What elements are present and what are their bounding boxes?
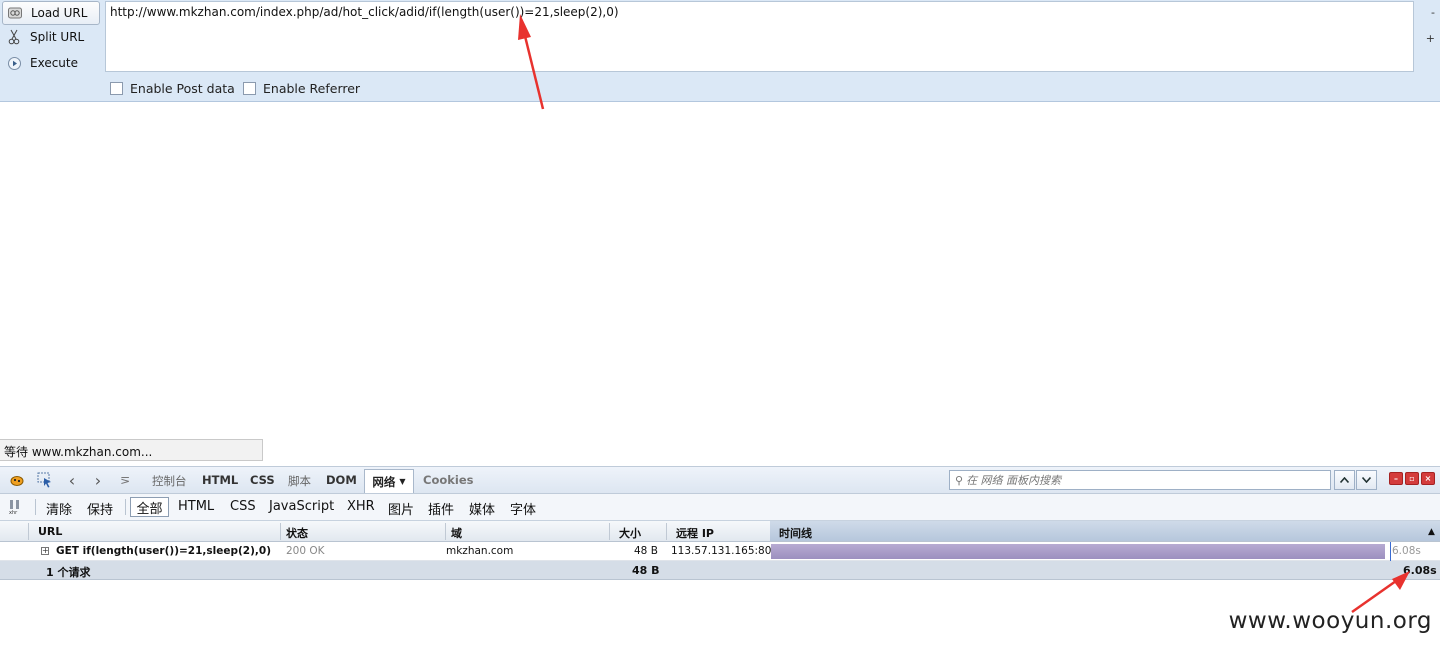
arrow-url-annotation [518, 14, 545, 110]
watermark-text: www.wooyun.org [1228, 608, 1432, 634]
annotation-arrows [518, 14, 1410, 614]
arrow-time-annotation [1351, 571, 1410, 614]
